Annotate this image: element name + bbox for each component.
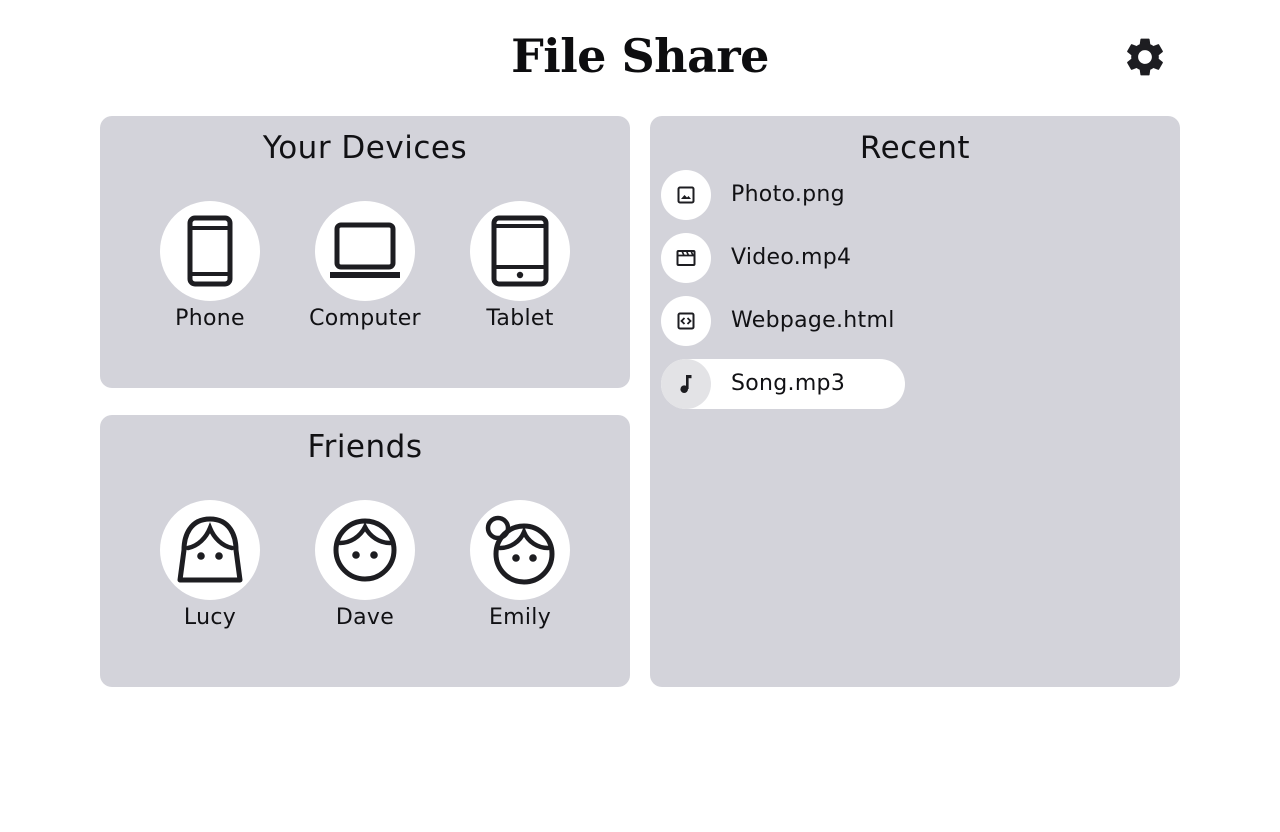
devices-list: Phone Computer Tablet [160, 201, 570, 334]
avatar [160, 500, 260, 600]
friends-title: Friends [307, 429, 423, 465]
device-icon-circle [470, 201, 570, 301]
code-icon [677, 312, 695, 330]
device-label: Computer [309, 306, 421, 331]
boy-face-icon [332, 517, 398, 583]
device-label: Phone [175, 306, 245, 331]
avatar [470, 500, 570, 600]
file-icon-circle [661, 170, 711, 220]
girl-face-icon [172, 514, 248, 586]
settings-button[interactable] [1121, 33, 1169, 81]
friends-panel: Friends Lucy Dave Emily [100, 415, 630, 687]
avatar [315, 500, 415, 600]
recent-file-photo[interactable]: Photo.png [661, 170, 1161, 220]
device-tablet[interactable]: Tablet [470, 201, 570, 334]
girl-bun-face-icon [484, 514, 556, 586]
recent-file-webpage[interactable]: Webpage.html [661, 296, 1161, 346]
friend-emily[interactable]: Emily [470, 500, 570, 633]
tablet-icon [491, 215, 549, 287]
devices-panel: Your Devices Phone Computer Tablet [100, 116, 630, 388]
file-icon-circle [661, 296, 711, 346]
file-name: Song.mp3 [731, 371, 846, 396]
file-icon-circle [661, 233, 711, 283]
file-name: Webpage.html [731, 308, 895, 333]
device-computer[interactable]: Computer [309, 201, 421, 334]
laptop-icon [330, 222, 400, 280]
file-icon-circle [661, 359, 711, 409]
friend-label: Lucy [183, 605, 237, 630]
device-icon-circle [160, 201, 260, 301]
file-name: Photo.png [731, 182, 845, 207]
friends-list: Lucy Dave Emily [160, 500, 570, 633]
file-name: Video.mp4 [731, 245, 852, 270]
video-icon [676, 249, 696, 267]
device-phone[interactable]: Phone [160, 201, 260, 334]
image-icon [677, 186, 695, 204]
recent-panel: Recent Photo.png Video.mp4 Webpage.html … [650, 116, 1180, 687]
recent-file-song[interactable]: Song.mp3 [661, 359, 905, 409]
friend-lucy[interactable]: Lucy [160, 500, 260, 633]
friend-label: Emily [488, 605, 552, 630]
friend-dave[interactable]: Dave [315, 500, 415, 633]
recent-file-video[interactable]: Video.mp4 [661, 233, 1161, 283]
app-title: File Share [511, 29, 769, 83]
friend-label: Dave [335, 605, 395, 630]
recent-title: Recent [859, 130, 971, 166]
devices-title: Your Devices [262, 130, 468, 166]
device-icon-circle [315, 201, 415, 301]
music-note-icon [679, 374, 693, 394]
recent-list: Photo.png Video.mp4 Webpage.html Song.mp… [661, 170, 1161, 422]
device-label: Tablet [486, 306, 554, 331]
phone-icon [187, 215, 233, 287]
gear-icon [1122, 34, 1168, 80]
